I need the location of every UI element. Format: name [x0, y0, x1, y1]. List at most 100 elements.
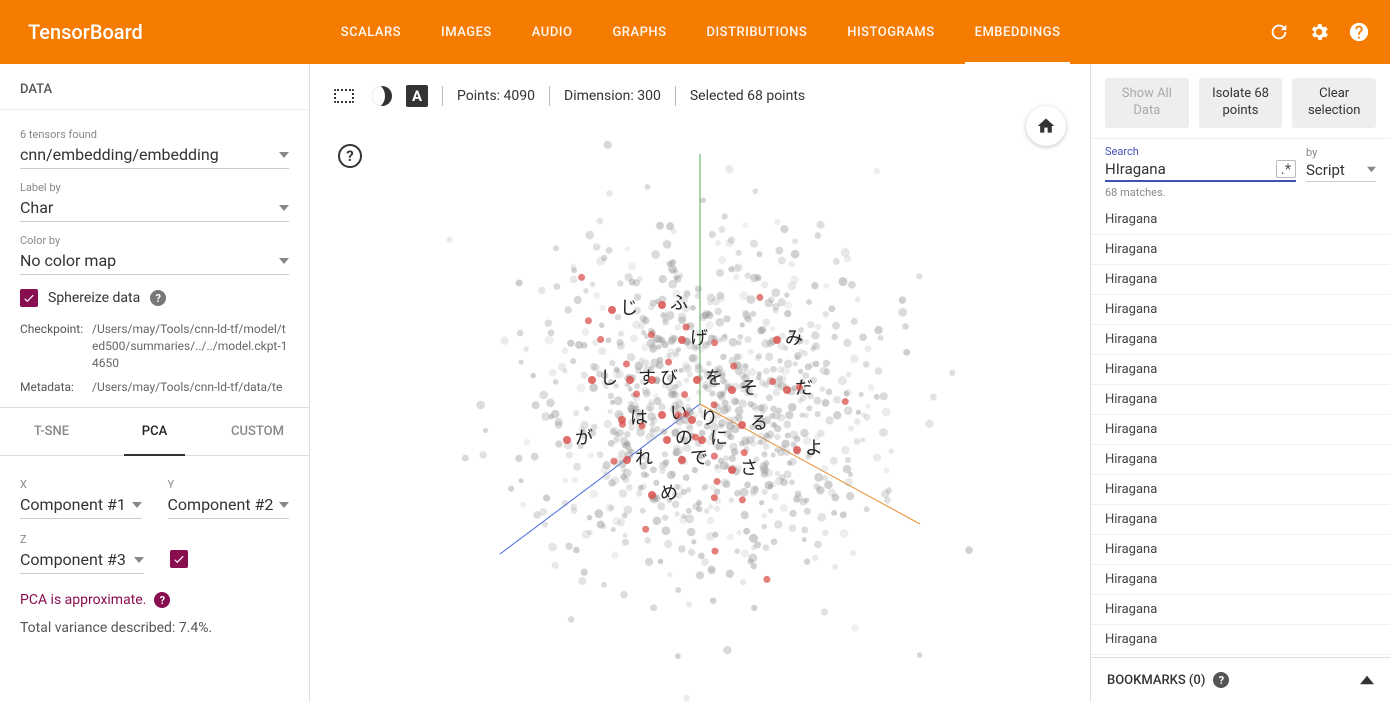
- app-logo: TensorBoard: [20, 20, 151, 44]
- color-by-select[interactable]: No color map: [20, 247, 289, 275]
- matches-count: 68 matches.: [1091, 182, 1390, 205]
- point-label: め: [660, 483, 678, 504]
- isolate-button[interactable]: Isolate 68 points: [1199, 78, 1283, 128]
- search-result-item[interactable]: Hiragana: [1091, 265, 1390, 295]
- chevron-up-icon[interactable]: [1360, 673, 1374, 687]
- proj-tab-t-sne[interactable]: T-SNE: [0, 408, 103, 455]
- label-by-label: Label by: [20, 181, 289, 194]
- search-value: HIragana: [1105, 160, 1166, 178]
- point-label: が: [575, 428, 593, 449]
- metadata-label: Metadata:: [20, 379, 92, 393]
- x-component-select[interactable]: Component #1: [20, 491, 142, 519]
- sphereize-checkbox[interactable]: [20, 289, 38, 307]
- proj-tab-pca[interactable]: PCA: [103, 408, 206, 455]
- point-label: ふ: [670, 293, 688, 314]
- projector-canvas[interactable]: A Points: 4090 Dimension: 300 Selected 6…: [310, 64, 1090, 702]
- x-label: X: [20, 478, 142, 491]
- point-label: じ: [620, 298, 638, 319]
- color-by-label: Color by: [20, 234, 289, 247]
- y-label: Y: [168, 478, 290, 491]
- point-label: げ: [690, 328, 708, 349]
- tab-images[interactable]: IMAGES: [421, 0, 512, 64]
- search-label: Search: [1105, 145, 1296, 158]
- data-section-title: DATA: [0, 64, 309, 110]
- gear-icon[interactable]: [1308, 21, 1330, 43]
- search-results: HiraganaHiraganaHiraganaHiraganaHiragana…: [1091, 205, 1390, 657]
- bookmarks-header[interactable]: BOOKMARKS (0) ?: [1091, 657, 1390, 702]
- color-by-value: No color map: [20, 251, 116, 270]
- point-label: を: [705, 368, 723, 389]
- point-label: し: [600, 368, 618, 389]
- x-component-value: Component #1: [20, 495, 126, 514]
- search-by-select[interactable]: Script: [1306, 159, 1376, 182]
- search-result-item[interactable]: Hiragana: [1091, 355, 1390, 385]
- pca-note: PCA is approximate.: [20, 592, 146, 608]
- tensor-select-value: cnn/embedding/embedding: [20, 145, 219, 164]
- checkpoint-value: /Users/may/Tools/cnn-ld-tf/model/ted500/…: [92, 321, 289, 371]
- search-result-item[interactable]: Hiragana: [1091, 205, 1390, 235]
- pca-help-icon[interactable]: ?: [154, 592, 170, 608]
- scatter-plot: じふげみしすびをそだいはりのにるでれがさよめ: [310, 64, 1090, 702]
- search-by-label: by: [1306, 146, 1376, 159]
- search-result-item[interactable]: Hiragana: [1091, 235, 1390, 265]
- search-result-item[interactable]: Hiragana: [1091, 595, 1390, 625]
- point-label: る: [750, 413, 768, 434]
- search-result-item[interactable]: Hiragana: [1091, 295, 1390, 325]
- inspector-panel: Show All Data Isolate 68 points Clear se…: [1090, 64, 1390, 702]
- search-result-item[interactable]: Hiragana: [1091, 385, 1390, 415]
- checkpoint-label: Checkpoint:: [20, 321, 92, 371]
- search-input[interactable]: HIragana .*: [1105, 158, 1296, 182]
- projection-tabs: T-SNEPCACUSTOM: [0, 407, 309, 456]
- tab-audio[interactable]: AUDIO: [512, 0, 593, 64]
- tab-histograms[interactable]: HISTOGRAMS: [827, 0, 954, 64]
- search-result-item[interactable]: Hiragana: [1091, 625, 1390, 655]
- left-panel: DATA 6 tensors found cnn/embedding/embed…: [0, 64, 310, 702]
- tab-scalars[interactable]: SCALARS: [321, 0, 421, 64]
- search-result-item[interactable]: Hiragana: [1091, 475, 1390, 505]
- point-label: に: [710, 428, 728, 449]
- y-component-value: Component #2: [168, 495, 274, 514]
- y-component-select[interactable]: Component #2: [168, 491, 290, 519]
- z-enable-checkbox[interactable]: [170, 550, 188, 568]
- label-by-select[interactable]: Char: [20, 194, 289, 222]
- point-label: び: [660, 368, 678, 389]
- metadata-value: /Users/may/Tools/cnn-ld-tf/data/ted500/m…: [92, 379, 289, 393]
- point-label: よ: [805, 438, 823, 459]
- variance-text: Total variance described: 7.4%.: [0, 614, 309, 656]
- search-result-item[interactable]: Hiragana: [1091, 535, 1390, 565]
- sphereize-help-icon[interactable]: ?: [150, 290, 166, 306]
- search-result-item[interactable]: Hiragana: [1091, 325, 1390, 355]
- bookmarks-help-icon[interactable]: ?: [1213, 672, 1229, 688]
- tensors-found-label: 6 tensors found: [20, 128, 289, 141]
- search-result-item[interactable]: Hiragana: [1091, 415, 1390, 445]
- point-label: そ: [740, 378, 758, 399]
- tensor-select[interactable]: cnn/embedding/embedding: [20, 141, 289, 169]
- header-actions: [1268, 21, 1370, 43]
- refresh-icon[interactable]: [1268, 21, 1290, 43]
- chevron-down-icon: [279, 150, 289, 160]
- search-result-item[interactable]: Hiragana: [1091, 445, 1390, 475]
- main-nav: SCALARSIMAGESAUDIOGRAPHSDISTRIBUTIONSHIS…: [321, 0, 1081, 64]
- tab-graphs[interactable]: GRAPHS: [592, 0, 686, 64]
- chevron-down-icon: [134, 555, 144, 565]
- search-result-item[interactable]: Hiragana: [1091, 505, 1390, 535]
- tab-distributions[interactable]: DISTRIBUTIONS: [687, 0, 828, 64]
- show-all-button[interactable]: Show All Data: [1105, 78, 1189, 128]
- label-by-value: Char: [20, 198, 53, 217]
- point-label: み: [785, 328, 803, 349]
- regex-toggle-button[interactable]: .*: [1276, 160, 1296, 178]
- chevron-down-icon: [279, 500, 289, 510]
- help-icon[interactable]: [1348, 21, 1370, 43]
- chevron-down-icon: [132, 500, 142, 510]
- z-component-select[interactable]: Component #3: [20, 546, 144, 574]
- chevron-down-icon: [279, 256, 289, 266]
- search-by-value: Script: [1306, 161, 1345, 179]
- search-result-item[interactable]: Hiragana: [1091, 565, 1390, 595]
- clear-selection-button[interactable]: Clear selection: [1292, 78, 1376, 128]
- app-header: TensorBoard SCALARSIMAGESAUDIOGRAPHSDIST…: [0, 0, 1390, 64]
- tab-embeddings[interactable]: EMBEDDINGS: [955, 0, 1081, 64]
- point-label: の: [675, 428, 693, 449]
- z-label: Z: [20, 533, 144, 546]
- bookmarks-label: BOOKMARKS (0): [1107, 673, 1205, 688]
- proj-tab-custom[interactable]: CUSTOM: [206, 408, 309, 455]
